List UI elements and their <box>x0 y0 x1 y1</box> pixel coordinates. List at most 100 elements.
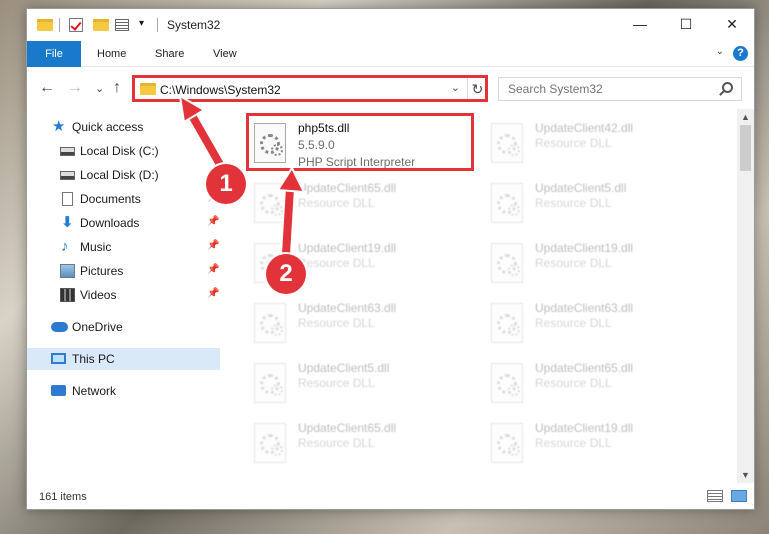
file-name: UpdateClient19.dll <box>298 241 397 255</box>
downloads-icon: ⬇ <box>61 214 74 231</box>
tab-view[interactable]: View <box>213 41 237 67</box>
file-type: Resource DLL <box>535 136 612 150</box>
file-type: Resource DLL <box>298 376 375 390</box>
pictures-icon <box>60 264 75 278</box>
search-input[interactable] <box>499 78 709 100</box>
refresh-button[interactable]: ↻ <box>467 77 487 101</box>
file-name: UpdateClient63.dll <box>298 301 397 315</box>
sidebar-item-label: Local Disk (C:) <box>80 144 159 158</box>
up-button[interactable]: ↑ <box>113 79 121 97</box>
sidebar-item-quick-access[interactable]: ★ Quick access <box>27 116 220 138</box>
file-type: Resource DLL <box>535 316 612 330</box>
file-name: UpdateClient42.dll <box>535 121 634 135</box>
properties-icon[interactable] <box>115 17 131 33</box>
window-title: System32 <box>167 18 221 32</box>
file-item[interactable]: UpdateClient42.dll Resource DLL <box>487 119 707 171</box>
step-1-badge: 1 <box>206 164 246 204</box>
vertical-scrollbar[interactable]: ▲ ▼ <box>737 109 754 483</box>
search-box[interactable] <box>498 77 742 101</box>
sidebar-item-documents[interactable]: Documents 📌 <box>27 188 220 210</box>
back-button[interactable]: ← <box>39 79 55 97</box>
sidebar-item-label: Music <box>80 240 112 254</box>
computer-icon <box>51 353 66 364</box>
ribbon-tabs: File Home Share View ⌄ ? <box>27 41 754 67</box>
tab-home[interactable]: Home <box>97 41 126 67</box>
step-2-badge: 2 <box>266 254 306 294</box>
forward-button[interactable]: → <box>67 79 83 97</box>
file-type: Resource DLL <box>298 316 375 330</box>
file-item[interactable]: UpdateClient5.dll Resource DLL <box>250 359 470 411</box>
sidebar-item-music[interactable]: ♪ Music 📌 <box>27 236 220 258</box>
file-type: Resource DLL <box>535 256 612 270</box>
details-view-icon[interactable] <box>707 490 723 502</box>
file-type: Resource DLL <box>298 256 375 270</box>
new-folder-icon[interactable] <box>93 17 109 33</box>
maximize-button[interactable]: ☐ <box>663 9 709 39</box>
tab-file[interactable]: File <box>27 41 81 67</box>
ribbon-expand-chevron-icon[interactable]: ⌄ <box>716 46 724 57</box>
pin-icon[interactable]: 📌 <box>207 288 219 299</box>
documents-icon <box>62 192 73 206</box>
file-item-php5ts[interactable]: php5ts.dll 5.5.9.0 PHP Script Interprete… <box>250 119 470 171</box>
sidebar-item-videos[interactable]: Videos 📌 <box>27 284 220 306</box>
sidebar-item-this-pc[interactable]: This PC <box>27 348 220 370</box>
file-name: UpdateClient5.dll <box>298 361 390 375</box>
sidebar-item-local-disk-c[interactable]: Local Disk (C:) <box>27 140 220 162</box>
item-count: 161 items <box>39 491 87 503</box>
dll-file-icon <box>254 123 286 163</box>
star-icon: ★ <box>52 118 66 135</box>
minimize-button[interactable]: — <box>617 9 663 39</box>
pin-icon[interactable]: 📌 <box>207 264 219 275</box>
file-list: php5ts.dll 5.5.9.0 PHP Script Interprete… <box>222 109 742 483</box>
explorer-window: ▾ System32 — ☐ ✕ File Home Share View ⌄ … <box>26 8 755 510</box>
file-item[interactable]: UpdateClient5.dll Resource DLL <box>487 179 707 231</box>
file-version: 5.5.9.0 <box>298 138 335 152</box>
file-item[interactable]: UpdateClient19.dll Resource DLL <box>487 239 707 291</box>
dll-file-icon <box>254 303 286 343</box>
sidebar-item-network[interactable]: Network <box>27 380 220 402</box>
help-icon[interactable]: ? <box>733 46 748 61</box>
file-type: Resource DLL <box>535 376 612 390</box>
address-bar[interactable]: C:\Windows\System32 ⌄ <box>134 77 487 101</box>
sidebar-item-label: Local Disk (D:) <box>80 168 159 182</box>
file-item[interactable]: UpdateClient63.dll Resource DLL <box>487 299 707 351</box>
sidebar-item-label: Documents <box>80 192 141 206</box>
sidebar-item-downloads[interactable]: ⬇ Downloads 📌 <box>27 212 220 234</box>
sidebar-item-local-disk-d[interactable]: Local Disk (D:) <box>27 164 220 186</box>
sidebar-item-label: Pictures <box>80 264 124 278</box>
properties-check-icon[interactable] <box>69 17 85 33</box>
address-path[interactable]: C:\Windows\System32 <box>160 83 281 97</box>
toolbar-separator <box>157 18 158 32</box>
close-button[interactable]: ✕ <box>709 9 755 39</box>
tiles-view-icon[interactable] <box>731 490 747 502</box>
title-bar: ▾ System32 — ☐ ✕ <box>27 9 754 41</box>
pin-icon[interactable]: 📌 <box>207 216 219 227</box>
qa-customize-chevron-icon[interactable]: ▾ <box>139 18 151 34</box>
address-dropdown-chevron-icon[interactable]: ⌄ <box>451 81 460 94</box>
search-icon[interactable] <box>722 82 733 93</box>
pin-icon[interactable]: 📌 <box>207 240 219 251</box>
sidebar-item-onedrive[interactable]: OneDrive <box>27 316 220 338</box>
videos-icon <box>60 288 75 302</box>
tab-share[interactable]: Share <box>155 41 184 67</box>
address-folder-icon <box>140 83 156 95</box>
dll-file-icon <box>254 423 286 463</box>
sidebar-item-pictures[interactable]: Pictures 📌 <box>27 260 220 282</box>
scroll-thumb[interactable] <box>740 125 751 171</box>
recent-locations-chevron-icon[interactable]: ⌄ <box>95 82 104 95</box>
file-item[interactable]: UpdateClient19.dll Resource DLL <box>487 419 707 471</box>
file-item[interactable]: UpdateClient65.dll Resource DLL <box>487 359 707 411</box>
file-type: Resource DLL <box>535 196 612 210</box>
dll-file-icon <box>491 303 523 343</box>
file-item[interactable]: UpdateClient65.dll Resource DLL <box>250 179 470 231</box>
cloud-icon <box>51 322 68 332</box>
file-item[interactable]: UpdateClient65.dll Resource DLL <box>250 419 470 471</box>
dll-file-icon <box>491 123 523 163</box>
scroll-down-arrow-icon[interactable]: ▼ <box>741 470 750 480</box>
file-description: PHP Script Interpreter <box>298 155 416 169</box>
dll-file-icon <box>491 363 523 403</box>
scroll-up-arrow-icon[interactable]: ▲ <box>741 112 750 122</box>
sidebar-item-label: Quick access <box>72 120 144 134</box>
file-item[interactable]: UpdateClient63.dll Resource DLL <box>250 299 470 351</box>
sidebar-item-label: This PC <box>72 352 115 366</box>
